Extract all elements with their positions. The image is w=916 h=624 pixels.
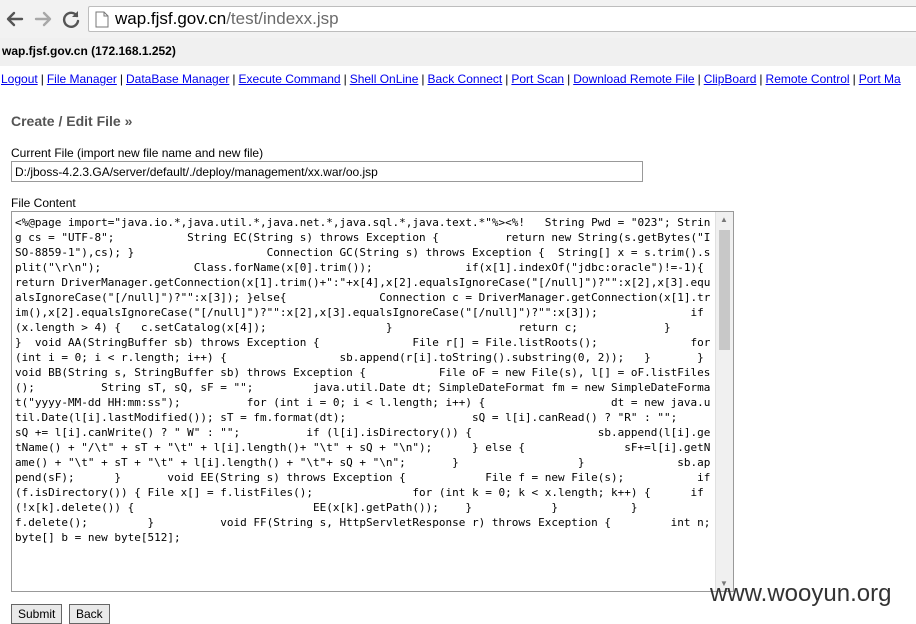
forward-arrow-icon[interactable]: [32, 8, 54, 30]
scrollbar-thumb[interactable]: [719, 230, 730, 350]
current-file-label: Current File (import new file name and n…: [11, 146, 264, 160]
menu-execute-command[interactable]: Execute Command: [239, 72, 341, 86]
current-file-input[interactable]: [11, 161, 643, 182]
reload-icon[interactable]: [60, 8, 82, 30]
menu-port-map[interactable]: Port Ma: [859, 72, 901, 86]
scroll-up-icon[interactable]: ▲: [720, 215, 728, 224]
menu-separator: |: [852, 72, 856, 86]
url-host: wap.fjsf.gov.cn: [115, 9, 227, 28]
menu-back-connect[interactable]: Back Connect: [428, 72, 503, 86]
main-menu: Logout | File Manager | DataBase Manager | Exe…: [0, 72, 916, 90]
menu-logout[interactable]: Logout: [1, 72, 38, 86]
menu-clipboard[interactable]: ClipBoard: [704, 72, 757, 86]
page-icon: [95, 11, 109, 33]
menu-separator: |: [343, 72, 347, 86]
menu-file-manager[interactable]: File Manager: [47, 72, 117, 86]
host-title-bar: wap.fjsf.gov.cn (172.168.1.252): [0, 38, 916, 66]
file-content-textarea[interactable]: <%@page import="java.io.*,java.util.*,ja…: [11, 211, 734, 592]
menu-shell-online[interactable]: Shell OnLine: [350, 72, 419, 86]
menu-download-remote-file[interactable]: Download Remote File: [573, 72, 694, 86]
menu-separator: |: [40, 72, 44, 86]
url-text: wap.fjsf.gov.cn/test/indexx.jsp: [115, 9, 339, 29]
file-content-label: File Content: [11, 196, 76, 210]
url-path: /test/indexx.jsp: [226, 9, 339, 28]
menu-separator: |: [421, 72, 425, 86]
menu-port-scan[interactable]: Port Scan: [511, 72, 564, 86]
back-arrow-icon[interactable]: [4, 8, 26, 30]
page-title: Create / Edit File »: [11, 113, 133, 129]
menu-separator: |: [567, 72, 571, 86]
watermark: www.wooyun.org: [710, 580, 892, 607]
browser-toolbar: wap.fjsf.gov.cn/test/indexx.jsp: [0, 0, 916, 39]
menu-separator: |: [119, 72, 123, 86]
menu-remote-control[interactable]: Remote Control: [766, 72, 850, 86]
back-button[interactable]: Back: [69, 604, 110, 624]
menu-database-manager[interactable]: DataBase Manager: [126, 72, 229, 86]
menu-separator: |: [505, 72, 509, 86]
textarea-scrollbar[interactable]: ▲ ▼: [715, 212, 733, 591]
submit-button[interactable]: Submit: [11, 604, 63, 624]
menu-separator: |: [232, 72, 236, 86]
host-title: wap.fjsf.gov.cn (172.168.1.252): [2, 44, 176, 58]
address-bar[interactable]: wap.fjsf.gov.cn/test/indexx.jsp: [88, 6, 916, 32]
menu-separator: |: [697, 72, 701, 86]
menu-separator: |: [759, 72, 763, 86]
file-content-text[interactable]: <%@page import="java.io.*,java.util.*,ja…: [15, 215, 715, 545]
